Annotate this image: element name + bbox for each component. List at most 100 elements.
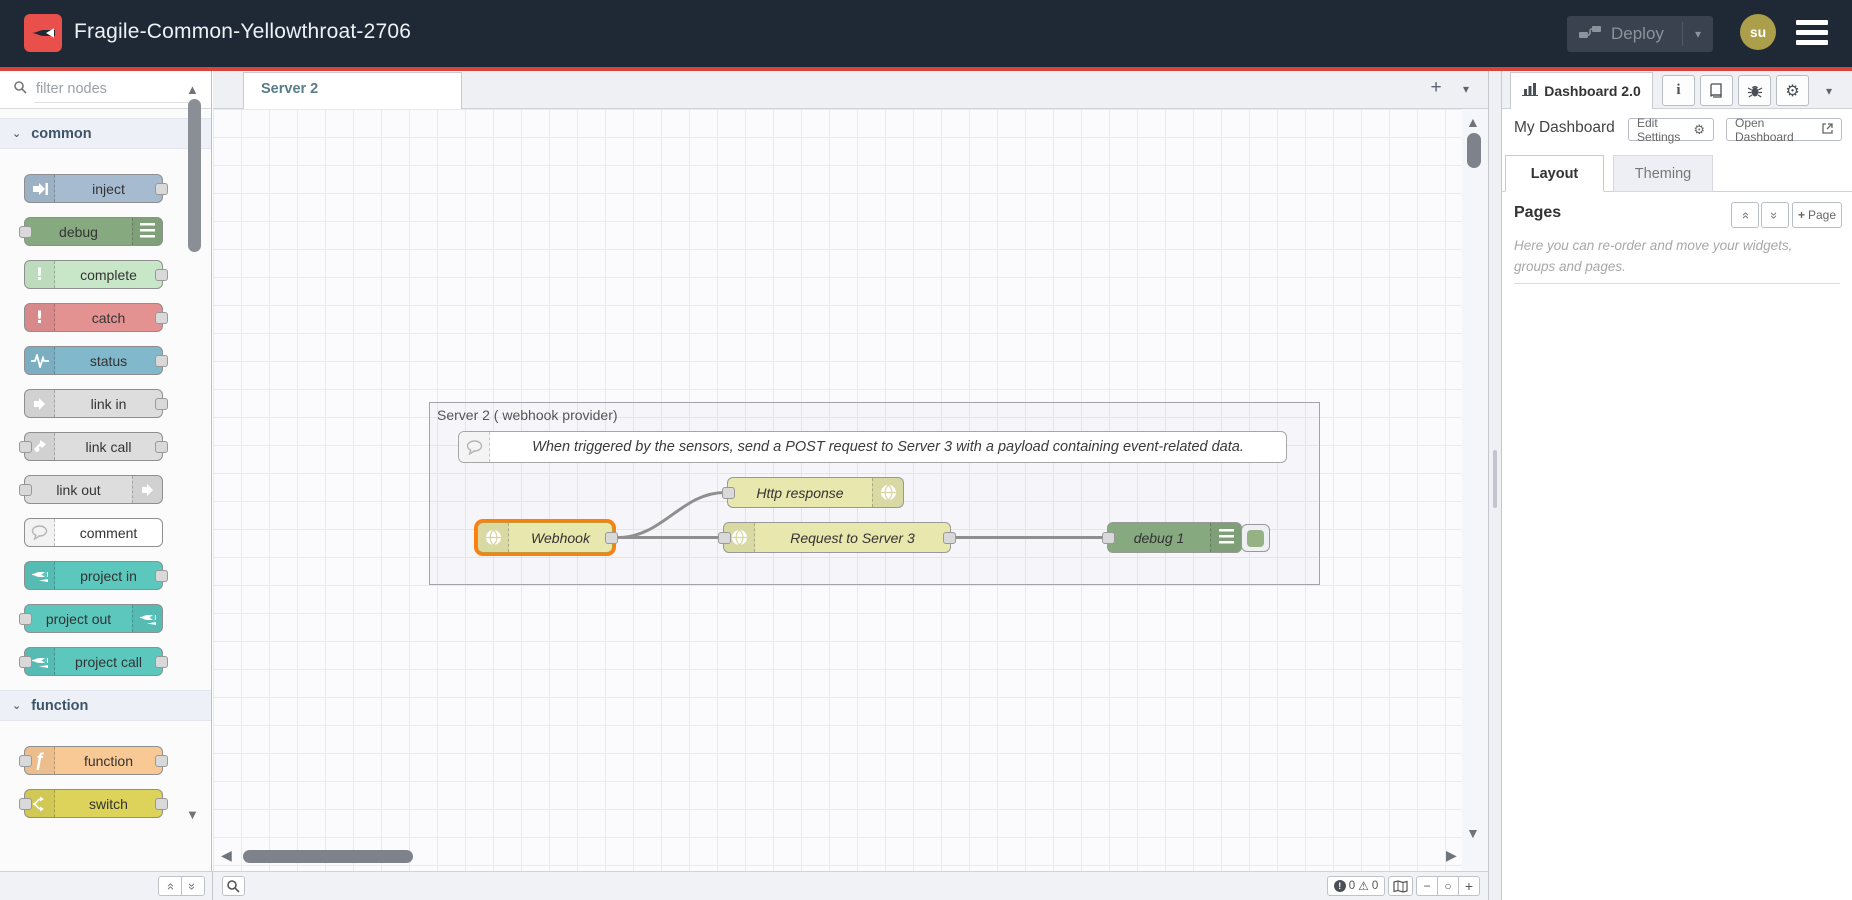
zoom-reset-button[interactable]: ○	[1437, 876, 1459, 896]
expand-all-categories-button[interactable]: »	[181, 876, 205, 896]
list-icon	[132, 218, 162, 245]
palette-node-label: function	[55, 753, 162, 769]
flow-node-webhook[interactable]: Webhook	[477, 522, 613, 553]
output-port[interactable]	[155, 355, 168, 367]
debug-enable-toggle[interactable]	[1241, 524, 1270, 552]
tab-theming[interactable]: Theming	[1613, 155, 1713, 192]
palette-node-project-out[interactable]: project out	[24, 604, 163, 633]
palette-node-comment[interactable]: comment	[24, 518, 163, 547]
info-icon[interactable]: i	[1662, 75, 1695, 106]
input-port[interactable]	[19, 441, 32, 453]
palette-node-link-call[interactable]: link call	[24, 432, 163, 461]
output-port[interactable]	[155, 183, 168, 195]
palette-node-status[interactable]: status	[24, 346, 163, 375]
search-flows-button[interactable]	[222, 876, 245, 896]
input-port[interactable]	[19, 798, 32, 810]
output-port[interactable]	[155, 269, 168, 281]
palette-node-link-out[interactable]: link out	[24, 475, 163, 504]
input-port[interactable]	[19, 656, 32, 668]
workspace-tab-server2[interactable]: Server 2	[243, 72, 462, 109]
palette-scroll-down-icon[interactable]: ▼	[186, 807, 199, 822]
deploy-nodes-icon	[1579, 24, 1601, 45]
palette-category-function[interactable]: ⌄ function	[0, 690, 211, 721]
deploy-caret-icon[interactable]: ▾	[1683, 27, 1713, 41]
palette-search-box[interactable]	[0, 71, 211, 109]
edit-settings-button[interactable]: Edit Settings ⚙	[1628, 118, 1714, 141]
gear-icon: ⚙	[1693, 122, 1705, 138]
palette-node-switch[interactable]: switch	[24, 789, 163, 818]
exclamation-icon: !	[25, 304, 55, 331]
palette-node-function[interactable]: ƒ function	[24, 746, 163, 775]
sidebar-caret-icon[interactable]: ▾	[1826, 84, 1832, 98]
sidebar-separator[interactable]	[1488, 71, 1502, 900]
canvas-scroll-left-icon[interactable]: ◀	[221, 847, 232, 864]
canvas-scroll-up-icon[interactable]: ▲	[1466, 114, 1480, 130]
canvas-vscrollbar-thumb[interactable]	[1467, 133, 1481, 168]
move-down-button[interactable]: »	[1761, 202, 1789, 228]
link-arrow-icon	[25, 390, 55, 417]
palette-node-project-in[interactable]: project in	[24, 561, 163, 590]
tab-layout[interactable]: Layout	[1505, 155, 1604, 192]
palette-scrollbar-thumb[interactable]	[188, 99, 201, 252]
output-port[interactable]	[943, 532, 956, 544]
navigator-map-icon[interactable]	[1388, 876, 1413, 896]
palette-node-complete[interactable]: ! complete	[24, 260, 163, 289]
palette-node-label: debug	[25, 224, 132, 240]
output-port[interactable]	[155, 798, 168, 810]
separator-drag-handle[interactable]	[1493, 450, 1497, 508]
palette-node-catch[interactable]: ! catch	[24, 303, 163, 332]
output-port[interactable]	[155, 398, 168, 410]
add-page-button[interactable]: + Page	[1792, 202, 1842, 228]
flow-node-debug-1[interactable]: debug 1	[1107, 522, 1242, 553]
main-menu-icon[interactable]	[1796, 20, 1828, 46]
search-icon	[14, 81, 27, 99]
flow-canvas[interactable]: Server 2 ( webhook provider) When trigge…	[213, 109, 1488, 871]
palette-node-inject[interactable]: inject	[24, 174, 163, 203]
output-port[interactable]	[155, 312, 168, 324]
canvas-scroll-right-icon[interactable]: ▶	[1446, 847, 1457, 864]
gear-icon[interactable]: ⚙	[1776, 75, 1809, 106]
warning-count: 0	[1372, 880, 1378, 892]
flow-node-request-to-server-3[interactable]: Request to Server 3	[723, 522, 951, 553]
help-book-icon[interactable]	[1700, 75, 1733, 106]
deploy-button[interactable]: Deploy ▾	[1567, 16, 1713, 52]
input-port[interactable]	[19, 484, 32, 496]
workspace-tabbar: Server 2 + ▾	[213, 71, 1488, 109]
palette-node-debug[interactable]: debug	[24, 217, 163, 246]
zoom-out-button[interactable]: −	[1416, 876, 1438, 896]
status-counts[interactable]: ! 0 ⚠ 0	[1327, 876, 1385, 896]
user-avatar[interactable]: su	[1740, 14, 1776, 50]
input-port[interactable]	[19, 226, 32, 238]
debug-bug-icon[interactable]	[1738, 75, 1771, 106]
palette-node-project-call[interactable]: project call	[24, 647, 163, 676]
collapse-all-categories-button[interactable]: »	[158, 876, 182, 896]
zoom-in-button[interactable]: +	[1458, 876, 1480, 896]
output-port[interactable]	[155, 570, 168, 582]
input-port[interactable]	[718, 532, 731, 544]
palette-category-label: function	[31, 698, 88, 714]
flow-node-comment[interactable]: When triggered by the sensors, send a PO…	[458, 431, 1287, 463]
input-port[interactable]	[722, 487, 735, 499]
palette-category-common[interactable]: ⌄ common	[0, 118, 211, 149]
output-port[interactable]	[605, 532, 618, 544]
canvas-scroll-down-icon[interactable]: ▼	[1466, 825, 1480, 841]
palette-filter-input[interactable]	[34, 76, 188, 103]
sidebar-tab-dashboard[interactable]: Dashboard 2.0	[1510, 72, 1653, 109]
input-port[interactable]	[19, 613, 32, 625]
tab-list-caret-icon[interactable]: ▾	[1463, 82, 1469, 96]
flow-node-http-response[interactable]: Http response	[727, 477, 904, 508]
error-count: 0	[1349, 880, 1355, 892]
palette-node-link-in[interactable]: link in	[24, 389, 163, 418]
open-dashboard-button[interactable]: Open Dashboard	[1726, 118, 1842, 141]
move-up-button[interactable]: »	[1731, 202, 1759, 228]
input-port[interactable]	[19, 755, 32, 767]
output-port[interactable]	[155, 755, 168, 767]
bar-chart-icon	[1522, 83, 1538, 99]
input-port[interactable]	[1102, 532, 1115, 544]
output-port[interactable]	[155, 656, 168, 668]
footer-bar: » » ! 0 ⚠ 0 − ○ +	[0, 871, 1488, 900]
canvas-hscrollbar-thumb[interactable]	[243, 850, 413, 863]
output-port[interactable]	[155, 441, 168, 453]
add-tab-icon[interactable]: +	[1423, 77, 1449, 103]
palette-scroll-up-icon[interactable]: ▲	[186, 82, 199, 97]
